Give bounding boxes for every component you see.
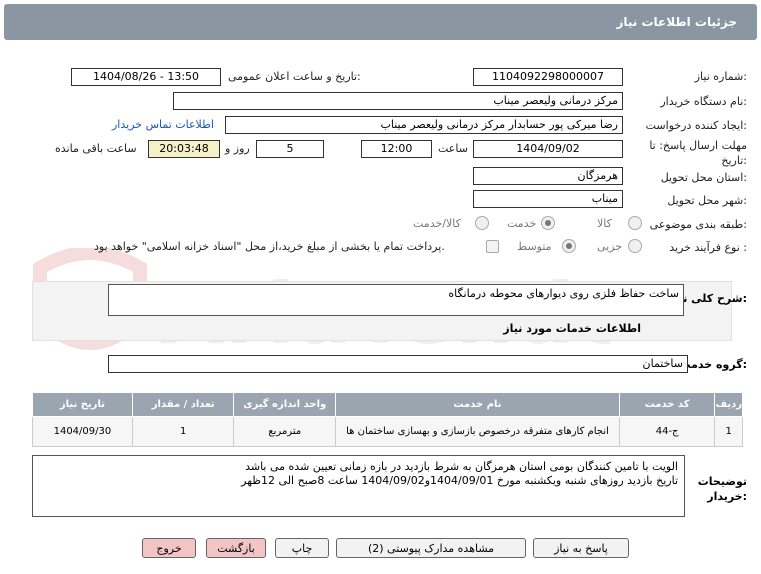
days-label: روز و [225,142,250,155]
col-header-service-name: نام خدمت [335,392,620,417]
remaining-time-field[interactable]: 20:03:48 [148,140,220,158]
col-header-service-code: کد خدمت [618,392,716,417]
deadline-time-label: ساعت [438,142,468,155]
process-radio-minor[interactable] [628,239,642,253]
service-group-field[interactable]: ساختمان [108,355,688,373]
category-radio-goods[interactable] [628,216,642,230]
cell-service-code: ج-44 [618,416,716,447]
category-radio-goods-service[interactable] [475,216,489,230]
table-row[interactable]: 1 ج-44 انجام کارهای متفرقه درخصوص بازساز… [32,416,743,447]
services-table: ردیف کد خدمت نام خدمت واحد اندازه گیری ت… [32,392,743,447]
col-header-row-number: ردیف [714,392,743,417]
cell-row-number: 1 [714,416,743,447]
province-field[interactable]: هرمزگان [473,167,623,185]
cell-need-date: 1404/09/30 [32,416,133,447]
cell-service-name: انجام کارهای متفرقه درخصوص بازسازی و بهس… [335,416,620,447]
need-number-label: شماره نیاز: [694,70,747,83]
page-header: جزئیات اطلاعات نیاز [4,4,757,40]
province-label: استان محل تحویل: [660,171,747,184]
need-number-field[interactable]: 1104092298000007 [473,68,623,86]
buyer-notes-field[interactable]: الویت با تامین کنندگان بومی استان هرمزگا… [32,455,685,517]
buyer-notes-line-2: تاریخ بازدید روزهای شنبه ویکشنبه مورخ 14… [241,474,678,487]
deadline-time-field[interactable]: 12:00 [361,140,432,158]
category-option-goods-service: کالا/خدمت [413,217,461,230]
col-header-quantity: تعداد / مقدار [131,392,235,417]
deadline-date-field[interactable]: 1404/09/02 [473,140,623,158]
creator-field[interactable]: رضا میرکی پور حسابدار مرکز درمانی ولیعصر… [225,116,623,134]
category-option-goods: کالا [597,217,612,230]
process-option-minor: جزیی [597,240,623,253]
city-label: شهر محل تحویل: [667,194,747,207]
service-group-label: گروه خدمت: [679,358,747,371]
cell-unit: مترمربع [233,416,337,447]
category-label: طبقه بندی موضوعی: [649,218,747,231]
back-button[interactable]: بازگشت [206,538,266,558]
process-option-medium: متوسط [517,240,552,253]
print-button[interactable]: چاپ [275,538,329,558]
col-header-need-date: تاریخ نیاز [32,392,133,417]
days-remaining-field[interactable]: 5 [256,140,324,158]
services-title: اطلاعات خدمات مورد نیاز [503,322,641,335]
announce-datetime-field[interactable]: 1404/08/26 - 13:50 [71,68,221,86]
payment-note: پرداخت تمام یا بخشی از مبلغ خرید،از محل … [94,240,445,253]
exit-button[interactable]: خروج [142,538,196,558]
treasury-checkbox[interactable] [486,240,499,253]
buyer-notes-line-1: الویت با تامین کنندگان بومی استان هرمزگا… [245,460,678,473]
contact-buyer-link[interactable]: اطلاعات تماس خریدار [112,118,214,131]
table-header-row: ردیف کد خدمت نام خدمت واحد اندازه گیری ت… [32,392,743,417]
category-option-service: خدمت [507,217,537,230]
category-radio-service[interactable] [541,216,555,230]
process-radio-medium[interactable] [562,239,576,253]
page-title: جزئیات اطلاعات نیاز [616,15,737,29]
process-label: نوع فرآیند خرید : [669,241,747,254]
col-header-unit: واحد اندازه گیری [233,392,337,417]
attachments-button[interactable]: مشاهده مدارک پیوستی (2) [336,538,526,558]
creator-label: ایجاد کننده درخواست: [645,119,747,132]
summary-field[interactable]: ساخت حفاظ فلزی روی دیوارهای محوطه درمانگ… [108,284,684,316]
reply-button[interactable]: پاسخ به نیاز [533,538,629,558]
remaining-time-label: ساعت باقی مانده [55,142,137,155]
buyer-notes-label: توضیحات خریدار: [697,475,747,503]
city-field[interactable]: میناب [473,190,623,208]
buyer-org-field[interactable]: مرکز درمانی ولیعصر میناب [173,92,623,110]
buyer-org-label: نام دستگاه خریدار: [660,95,747,108]
deadline-label: مهلت ارسال پاسخ: تا تاریخ: [649,139,747,167]
announce-label: تاریخ و ساعت اعلان عمومی: [228,70,361,83]
cell-quantity: 1 [131,416,235,447]
